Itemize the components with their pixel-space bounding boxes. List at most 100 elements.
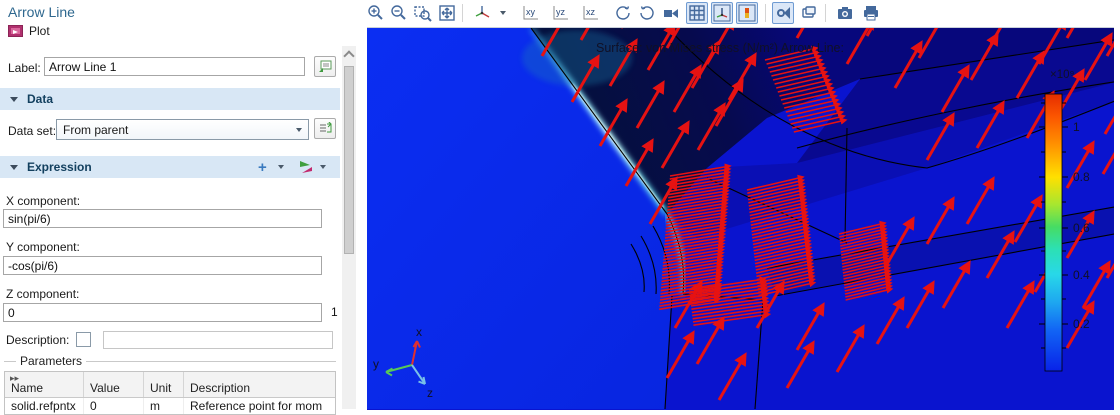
zoom-extents-button[interactable] bbox=[436, 2, 458, 24]
show-axis-orientation-button[interactable] bbox=[711, 2, 733, 24]
view-xy-icon: xy bbox=[521, 4, 541, 22]
axis-orientation-icon bbox=[713, 4, 731, 22]
view-xz-button[interactable]: xz bbox=[580, 2, 602, 24]
section-header-expression[interactable]: Expression + bbox=[0, 156, 340, 178]
parameters-table-header: ▸▸Name Value Unit Description bbox=[5, 372, 335, 398]
printer-icon bbox=[862, 4, 880, 22]
colorbar bbox=[1045, 94, 1062, 371]
grid-icon bbox=[688, 4, 706, 22]
view-xy-button[interactable]: xy bbox=[520, 2, 542, 24]
transparency-button[interactable] bbox=[798, 2, 820, 24]
dataset-select-value: From parent bbox=[57, 123, 296, 137]
dropdown-caret-icon bbox=[296, 128, 302, 132]
description-label: Description: bbox=[6, 333, 69, 347]
show-grid-button[interactable] bbox=[686, 2, 708, 24]
parameters-group-title: Parameters bbox=[16, 354, 86, 368]
description-checkbox[interactable] bbox=[76, 332, 91, 347]
table-row[interactable]: solid.refpntx 0 m Reference point for mo… bbox=[5, 398, 335, 414]
description-input[interactable] bbox=[103, 331, 333, 349]
z-component-input[interactable] bbox=[3, 303, 322, 322]
cell-unit: m bbox=[144, 398, 184, 414]
svg-text:1: 1 bbox=[1073, 120, 1080, 134]
triad-y-label: y bbox=[373, 357, 379, 371]
add-expression-icon[interactable]: + bbox=[258, 159, 267, 176]
cell-value: 0 bbox=[84, 398, 144, 414]
zoom-out-icon bbox=[390, 4, 408, 22]
svg-text:0.4: 0.4 bbox=[1073, 268, 1090, 282]
collapse-triangle-icon bbox=[10, 165, 18, 170]
replace-expression-caret-icon[interactable] bbox=[320, 165, 326, 169]
svg-text:yz: yz bbox=[556, 7, 566, 17]
label-input[interactable] bbox=[44, 57, 305, 76]
camera-view-icon bbox=[662, 4, 680, 22]
zoom-box-button[interactable] bbox=[412, 2, 434, 24]
replace-expression-icon[interactable] bbox=[298, 160, 314, 174]
cell-name: solid.refpntx bbox=[5, 398, 84, 414]
camera-view-button[interactable] bbox=[660, 2, 682, 24]
add-expression-caret-icon[interactable] bbox=[278, 165, 284, 169]
zoom-out-button[interactable] bbox=[388, 2, 410, 24]
rename-label-icon bbox=[318, 60, 332, 73]
svg-text:0.8: 0.8 bbox=[1073, 170, 1090, 184]
triad-z-label: z bbox=[427, 386, 433, 400]
view-xz-icon: xz bbox=[581, 4, 601, 22]
y-component-input[interactable] bbox=[3, 256, 322, 275]
go-to-source-button[interactable] bbox=[314, 118, 336, 139]
column-header-name[interactable]: ▸▸Name bbox=[5, 372, 84, 397]
default-view-caret-icon[interactable] bbox=[500, 11, 506, 15]
x-component-input[interactable] bbox=[3, 209, 322, 228]
graphics-canvas[interactable]: Surface: von Mises stress (N/m²) Arrow L… bbox=[367, 27, 1114, 409]
zoom-box-icon bbox=[414, 4, 432, 22]
print-button[interactable] bbox=[860, 2, 882, 24]
column-header-description[interactable]: Description bbox=[184, 372, 333, 397]
rename-label-button[interactable] bbox=[314, 56, 336, 77]
rotate-counterclockwise-button[interactable] bbox=[612, 2, 634, 24]
view-yz-icon: yz bbox=[551, 4, 571, 22]
plot-button[interactable]: Plot bbox=[8, 24, 50, 38]
plot-title: Surface: von Mises stress (N/m²) Arrow L… bbox=[596, 41, 844, 55]
settings-panel: Arrow Line Plot Label: Data Data set: Fr… bbox=[0, 0, 360, 409]
scrollbar-thumb[interactable] bbox=[344, 66, 354, 254]
zoom-in-icon bbox=[367, 4, 385, 22]
toolbar-separator bbox=[825, 4, 826, 22]
zoom-extents-icon bbox=[438, 4, 456, 22]
sort-indicator-icon: ▸▸ bbox=[10, 373, 19, 384]
panel-title: Arrow Line bbox=[8, 4, 75, 20]
label-field-label: Label: bbox=[8, 61, 41, 75]
rotate-counterclockwise-icon bbox=[614, 4, 632, 22]
x-component-label: X component: bbox=[6, 194, 80, 208]
svg-text:0.2: 0.2 bbox=[1073, 317, 1090, 331]
y-component-label: Y component: bbox=[6, 240, 80, 254]
view-yz-button[interactable]: yz bbox=[550, 2, 572, 24]
plot-icon bbox=[8, 25, 23, 37]
expression-section-title: Expression bbox=[27, 160, 92, 174]
plot-button-label: Plot bbox=[29, 24, 50, 38]
rotate-clockwise-icon bbox=[638, 4, 656, 22]
zoom-in-button[interactable] bbox=[365, 2, 387, 24]
scene-light-button[interactable] bbox=[772, 2, 794, 24]
transparency-icon bbox=[800, 4, 818, 22]
column-header-value[interactable]: Value bbox=[84, 372, 144, 397]
rotate-clockwise-button[interactable] bbox=[636, 2, 658, 24]
parameters-table[interactable]: ▸▸Name Value Unit Description solid.refp… bbox=[4, 371, 336, 415]
svg-text:xz: xz bbox=[586, 7, 596, 17]
z-component-label: Z component: bbox=[6, 287, 79, 301]
cell-description: Reference point for mom bbox=[184, 398, 333, 414]
image-snapshot-button[interactable] bbox=[834, 2, 856, 24]
go-to-default-view-button[interactable] bbox=[472, 2, 494, 24]
color-legend-icon bbox=[738, 4, 756, 22]
scene-light-icon bbox=[774, 4, 792, 22]
toolbar-separator bbox=[765, 4, 766, 22]
colorbar-exponent: ×10⁹ bbox=[1050, 69, 1075, 81]
svg-text:xy: xy bbox=[526, 7, 536, 17]
column-header-unit[interactable]: Unit bbox=[144, 372, 184, 397]
section-header-data[interactable]: Data bbox=[0, 88, 340, 110]
z-component-overflow-text: 1 bbox=[331, 305, 338, 319]
go-to-source-icon bbox=[318, 122, 332, 135]
dataset-select[interactable]: From parent bbox=[56, 119, 309, 140]
show-color-legend-button[interactable] bbox=[736, 2, 758, 24]
graphics-toolbar: xy yz xz bbox=[368, 0, 1114, 26]
camera-snapshot-icon bbox=[836, 4, 854, 22]
collapse-triangle-icon bbox=[10, 97, 18, 102]
triad-x-label: x bbox=[416, 325, 422, 339]
